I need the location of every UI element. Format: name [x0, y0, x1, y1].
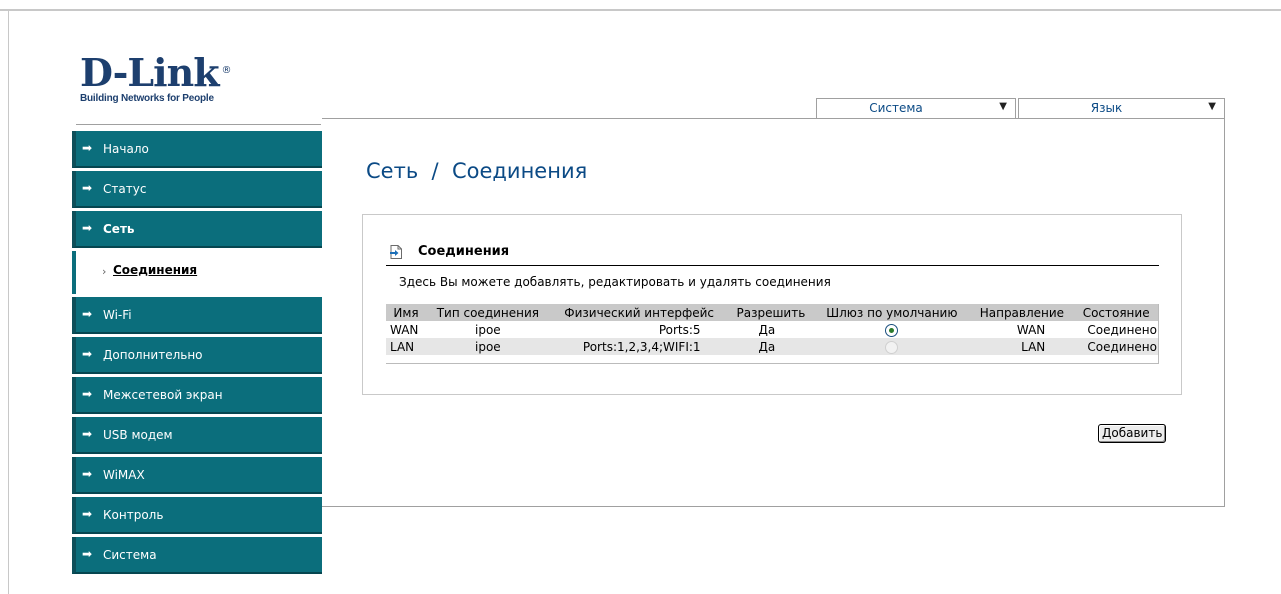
sidebar-item-wifi[interactable]: ➡ Wi-Fi: [72, 297, 322, 334]
sidebar-item-start[interactable]: ➡ Начало: [72, 131, 322, 168]
cell-interface: Ports:1,2,3,4;WIFI:1: [549, 338, 729, 355]
column-header-status: Состояние: [1073, 304, 1159, 321]
arrow-right-icon: ➡: [82, 181, 93, 195]
connections-section: Соединения Здесь Вы можете добавлять, ре…: [362, 214, 1182, 395]
system-dropdown[interactable]: Система ▼: [816, 98, 1016, 118]
sidebar-item-label: Дополнительно: [103, 348, 203, 362]
cell-status: Соединено: [1073, 338, 1159, 355]
cell-status: Соединено: [1073, 321, 1159, 338]
table-right-border: [1158, 304, 1159, 364]
sidebar-item-label: WiMAX: [103, 468, 145, 482]
document-arrow-icon: [390, 245, 402, 259]
table-row[interactable]: WAN ipoe Ports:5 Да WAN Соединено: [386, 321, 1159, 338]
table-header-row: Имя Тип соединения Физический интерфейс …: [386, 304, 1159, 321]
cell-gateway: [813, 321, 971, 338]
chevron-down-icon: ▼: [1208, 101, 1216, 112]
table-row[interactable]: LAN ipoe Ports:1,2,3,4;WIFI:1 Да LAN Сое…: [386, 338, 1159, 355]
column-header-name: Имя: [386, 304, 427, 321]
sidebar-item-status[interactable]: ➡ Статус: [72, 171, 322, 208]
arrow-right-icon: ➡: [82, 547, 93, 561]
language-dropdown-label: Язык: [1090, 101, 1123, 115]
content-frame-right: [1224, 118, 1225, 507]
sidebar-item-label: USB модем: [103, 428, 173, 442]
top-border: [0, 9, 1281, 11]
dlink-logo: D-Link ® Building Networks for People: [80, 50, 232, 105]
default-gateway-radio: [885, 340, 899, 354]
table-bottom-border: [386, 363, 1159, 364]
column-header-type: Тип соединения: [426, 304, 550, 321]
cell-name[interactable]: WAN: [386, 321, 427, 338]
cell-direction: WAN: [970, 321, 1074, 338]
add-button[interactable]: Добавить: [1098, 424, 1167, 443]
sidebar-item-label: Сеть: [103, 222, 135, 236]
arrow-right-icon: ➡: [82, 347, 93, 361]
content-frame-top: [322, 118, 1225, 119]
sidebar-item-firewall[interactable]: ➡ Межсетевой экран: [72, 377, 322, 414]
sidebar-item-usb-modem[interactable]: ➡ USB модем: [72, 417, 322, 454]
section-title: Соединения: [418, 244, 510, 259]
connections-table: Имя Тип соединения Физический интерфейс …: [386, 304, 1159, 355]
sidebar-item-control[interactable]: ➡ Контроль: [72, 497, 322, 534]
logo-brand: D-Link ®: [80, 50, 232, 95]
cell-gateway: [813, 338, 971, 355]
left-border: [8, 11, 9, 594]
arrow-right-icon: ➡: [82, 141, 93, 155]
sidebar-item-label: Wi-Fi: [103, 308, 132, 322]
column-header-interface: Физический интерфейс: [549, 304, 729, 321]
cell-enable: Да: [728, 338, 814, 355]
system-dropdown-label: Система: [869, 101, 923, 115]
logo-registered-mark: ®: [221, 65, 232, 76]
section-description: Здесь Вы можете добавлять, редактировать…: [399, 275, 831, 289]
cell-interface: Ports:5: [549, 321, 729, 338]
arrow-right-icon: ➡: [82, 387, 93, 401]
sidebar-item-system[interactable]: ➡ Система: [72, 537, 322, 574]
bullet-icon: ›: [102, 265, 107, 278]
section-divider: [386, 265, 1159, 266]
sidebar-item-label: Межсетевой экран: [103, 388, 223, 402]
arrow-right-icon: ➡: [82, 507, 93, 521]
cell-direction: LAN: [970, 338, 1074, 355]
arrow-right-icon: ➡: [82, 427, 93, 441]
cell-name[interactable]: LAN: [386, 338, 427, 355]
sidebar-item-advanced[interactable]: ➡ Дополнительно: [72, 337, 322, 374]
sidebar-item-label: Статус: [103, 182, 147, 196]
arrow-right-icon: ➡: [82, 307, 93, 321]
page-title: Сеть / Соединения: [366, 159, 588, 183]
sidebar-item-label: Начало: [103, 142, 149, 156]
sidebar-subitem-connections[interactable]: › Соединения: [72, 251, 322, 294]
column-header-direction: Направление: [970, 304, 1074, 321]
arrow-right-icon: ➡: [82, 467, 93, 481]
arrow-right-icon: ➡: [82, 221, 93, 235]
column-header-gateway: Шлюз по умолчанию: [813, 304, 971, 321]
sidebar-item-label: Система: [103, 548, 157, 562]
column-header-enable: Разрешить: [728, 304, 814, 321]
sidebar-item-label: Контроль: [103, 508, 164, 522]
cell-type: ipoe: [426, 321, 550, 338]
content-frame-bottom: [322, 506, 1225, 507]
sidebar-item-wimax[interactable]: ➡ WiMAX: [72, 457, 322, 494]
default-gateway-radio[interactable]: [885, 323, 899, 337]
cell-type: ipoe: [426, 338, 550, 355]
sidebar-frame-top: [76, 124, 321, 125]
sidebar-item-network[interactable]: ➡ Сеть: [72, 211, 322, 248]
sidebar-nav: ➡ Начало ➡ Статус ➡ Сеть › Соединения ➡ …: [72, 131, 322, 577]
sidebar-subitem-label[interactable]: Соединения: [113, 263, 197, 277]
language-dropdown[interactable]: Язык ▼: [1018, 98, 1225, 118]
cell-enable: Да: [728, 321, 814, 338]
